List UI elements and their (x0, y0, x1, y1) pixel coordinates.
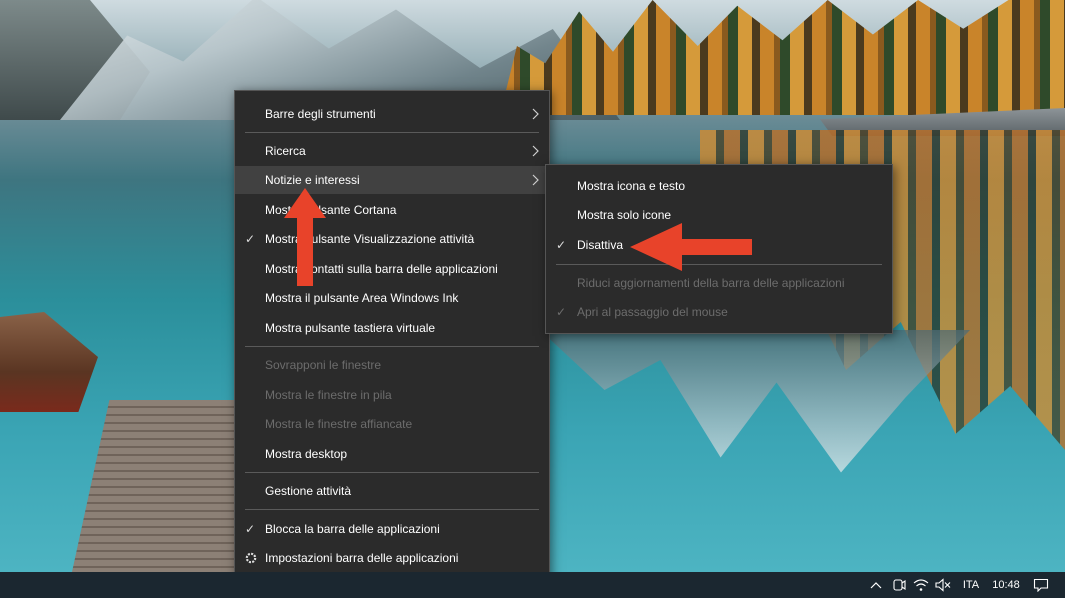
menu-item-label: Mostra le finestre affiancate (265, 417, 413, 431)
wallpaper-dock (72, 400, 242, 572)
meet-now-icon[interactable] (888, 572, 910, 598)
taskbar[interactable]: ITA 10:48 (0, 572, 1065, 598)
volume-muted-icon[interactable] (932, 572, 954, 598)
taskbar-context-menu: Barre degli strumenti Ricerca Notizie e … (234, 90, 550, 581)
notification-icon[interactable] (1030, 572, 1052, 598)
annotation-arrow-up-icon (284, 188, 326, 286)
chevron-up-icon[interactable] (866, 572, 886, 598)
network-icon[interactable] (910, 572, 932, 598)
menu-item-label: Barre degli strumenti (265, 107, 376, 121)
menu-item-show-cortana[interactable]: Mostra pulsante Cortana (235, 196, 549, 224)
checkmark-icon: ✓ (555, 238, 567, 252)
menu-item-side-by-side-windows: Mostra le finestre affiancate (235, 410, 549, 438)
wallpaper-boat (0, 312, 98, 412)
menu-item-label: Ricerca (265, 144, 306, 158)
checkmark-icon: ✓ (244, 232, 256, 246)
menu-item-taskbar-settings[interactable]: Impostazioni barra delle applicazioni (235, 544, 549, 572)
menu-item-search[interactable]: Ricerca (235, 137, 549, 165)
menu-item-label: Disattiva (577, 238, 624, 252)
clock[interactable]: 10:48 (988, 572, 1024, 598)
menu-item-label: Mostra pulsante tastiera virtuale (265, 321, 436, 335)
menu-item-label: Riduci aggiornamenti della barra delle a… (577, 276, 845, 290)
language-indicator[interactable]: ITA (958, 572, 984, 598)
menu-item-label: Impostazioni barra delle applicazioni (265, 551, 459, 565)
menu-item-label: Mostra il pulsante Area Windows Ink (265, 291, 459, 305)
menu-item-show-task-view[interactable]: ✓ Mostra pulsante Visualizzazione attivi… (235, 225, 549, 253)
menu-item-show-touch-keyboard[interactable]: Mostra pulsante tastiera virtuale (235, 314, 549, 342)
menu-item-label: Mostra desktop (265, 447, 348, 461)
menu-separator (245, 346, 539, 347)
menu-item-show-windows-ink[interactable]: Mostra il pulsante Area Windows Ink (235, 284, 549, 312)
submenu-item-reduce-updates: Riduci aggiornamenti della barra delle a… (546, 269, 892, 297)
chevron-right-icon (532, 174, 539, 186)
menu-item-label: Blocca la barra delle applicazioni (265, 522, 440, 536)
menu-item-show-desktop[interactable]: Mostra desktop (235, 440, 549, 468)
menu-item-show-people[interactable]: Mostra contatti sulla barra delle applic… (235, 255, 549, 283)
menu-separator (245, 509, 539, 510)
menu-item-cascade-windows: Sovrapponi le finestre (235, 351, 549, 379)
menu-item-label: Mostra le finestre in pila (265, 388, 392, 402)
menu-item-label: Notizie e interessi (265, 173, 360, 187)
menu-separator (245, 472, 539, 473)
menu-item-toolbars[interactable]: Barre degli strumenti (235, 100, 549, 128)
menu-item-label: Gestione attività (265, 484, 352, 498)
chevron-right-icon (532, 145, 539, 157)
chevron-right-icon (532, 108, 539, 120)
submenu-item-open-on-hover: ✓ Apri al passaggio del mouse (546, 298, 892, 326)
submenu-item-show-icon-text[interactable]: Mostra icona e testo (546, 172, 892, 200)
wallpaper-mountain-reflection (540, 330, 970, 473)
menu-separator (245, 132, 539, 133)
checkmark-icon: ✓ (555, 305, 567, 319)
menu-item-lock-taskbar[interactable]: ✓ Blocca la barra delle applicazioni (235, 515, 549, 543)
menu-item-task-manager[interactable]: Gestione attività (235, 477, 549, 505)
menu-item-label: Sovrapponi le finestre (265, 358, 382, 372)
annotation-arrow-left-icon (630, 223, 752, 271)
menu-item-news-interests[interactable]: Notizie e interessi (235, 166, 549, 194)
menu-item-label: Mostra icona e testo (577, 179, 686, 193)
wallpaper-forest (500, 0, 1065, 115)
gear-icon (245, 552, 257, 564)
menu-item-label: Mostra solo icone (577, 208, 672, 222)
menu-item-label: Apri al passaggio del mouse (577, 305, 728, 319)
checkmark-icon: ✓ (244, 522, 256, 536)
menu-item-stack-windows: Mostra le finestre in pila (235, 381, 549, 409)
